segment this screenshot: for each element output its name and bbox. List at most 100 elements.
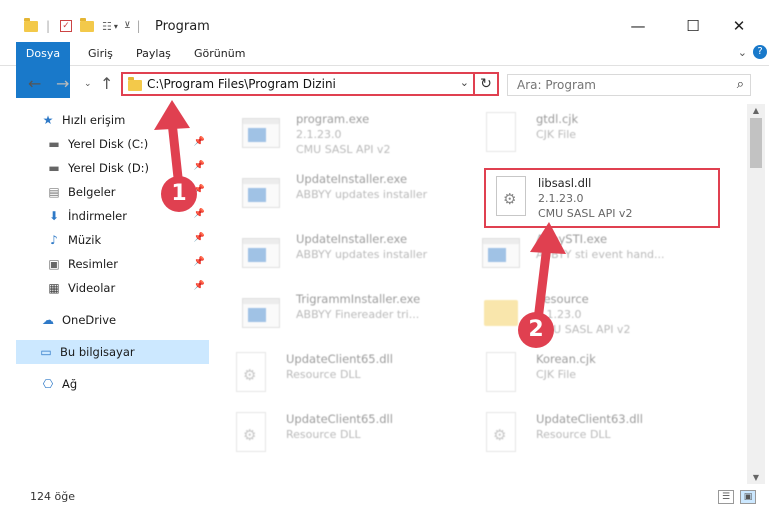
pictures-icon: ▣	[48, 257, 60, 271]
separator: |	[136, 19, 141, 33]
pin-icon[interactable]: 📌	[194, 209, 205, 219]
pin-icon[interactable]: 📌	[194, 137, 205, 147]
nav-item-quick-access[interactable]: ★ Hızlı erişim	[40, 108, 209, 132]
nav-item-this-pc[interactable]: ▭ Bu bilgisayar	[16, 340, 209, 364]
file-item[interactable]: Korean.cjk CJK File	[478, 346, 718, 402]
nav-item-label: Yerel Disk (C:)	[68, 137, 149, 151]
status-bar: 124 öğe ☰ ▣	[0, 484, 769, 521]
customize-icon[interactable]: ☷	[102, 20, 112, 33]
folder-icon	[128, 77, 142, 91]
file-item[interactable]: program.exe 2.1.23.0 CMU SASL API v2	[238, 106, 478, 162]
nav-item-label: Resimler	[68, 257, 118, 271]
file-detail: Resource DLL	[286, 428, 361, 441]
nav-item-label: Müzik	[68, 233, 102, 247]
tab-gorunum[interactable]: Görünüm	[182, 42, 257, 65]
nav-item-label: Belgeler	[68, 185, 116, 199]
nav-item-label: Bu bilgisayar	[60, 345, 135, 359]
dll-gear-icon: ⚙	[228, 350, 274, 396]
file-detail: CJK File	[536, 368, 577, 381]
file-name: gtdl.cjk	[536, 112, 579, 126]
recent-locations-icon[interactable]: ⌄	[84, 79, 92, 89]
search-input[interactable]	[508, 75, 718, 95]
exe-icon	[238, 230, 284, 276]
nav-item-label: Ağ	[62, 377, 78, 391]
file-detail: CJK File	[536, 128, 577, 141]
pin-icon[interactable]: 📌	[194, 281, 205, 291]
pin-icon[interactable]: 📌	[194, 257, 205, 267]
pin-icon[interactable]: 📌	[194, 233, 205, 243]
file-item[interactable]: UpdateInstaller.exe ABBYY updates instal…	[238, 226, 478, 282]
nav-item-music[interactable]: ♪ Müzik 📌	[46, 228, 209, 252]
up-arrow-icon[interactable]: ↑	[100, 74, 113, 93]
scroll-down-icon[interactable]: ▼	[747, 473, 765, 482]
highlight-box	[484, 168, 720, 228]
pin-icon[interactable]: 📌	[194, 161, 205, 171]
refresh-button[interactable]: ↻	[473, 72, 497, 96]
forward-arrow-icon[interactable]: →	[56, 74, 69, 93]
dll-gear-icon: ⚙	[228, 410, 274, 456]
file-item[interactable]: gtdl.cjk CJK File	[478, 106, 718, 162]
file-list: program.exe 2.1.23.0 CMU SASL API v2 gtd…	[212, 104, 747, 484]
file-name: UpdateInstaller.exe	[296, 172, 408, 186]
address-path[interactable]: C:\Program Files\Program Dizini	[147, 77, 336, 91]
address-bar[interactable]: C:\Program Files\Program Dizini ⌄ ↻	[121, 72, 499, 96]
dll-gear-icon: ⚙	[478, 410, 524, 456]
file-detail: CMU SASL API v2	[296, 143, 391, 156]
chevron-down-icon[interactable]: ▾	[114, 22, 118, 31]
file-item[interactable]: Resource 2.1.23.0 CMU SASL API v2	[478, 286, 718, 342]
maximize-button[interactable]: ☐	[670, 12, 716, 40]
chevron-down-icon[interactable]: ⌄	[460, 76, 469, 89]
large-icons-view-icon[interactable]: ▣	[740, 490, 756, 504]
drive-icon: ▬	[48, 137, 60, 151]
file-name: Korean.cjk	[536, 352, 596, 366]
scroll-thumb[interactable]	[750, 118, 762, 168]
callout-2: 2	[518, 312, 554, 348]
back-arrow-icon[interactable]: ←	[28, 74, 41, 93]
expand-ribbon-icon[interactable]: ⌄	[738, 46, 747, 59]
file-item[interactable]: ⚙ UpdateClient65.dll Resource DLL	[228, 406, 468, 462]
search-box[interactable]: ⌕	[507, 74, 751, 96]
tab-giris[interactable]: Giriş	[76, 42, 125, 65]
documents-icon: ▤	[48, 185, 60, 199]
drive-icon: ▬	[48, 161, 60, 175]
file-detail: ABBYY updates installer	[296, 188, 428, 201]
nav-item-label: İndirmeler	[68, 209, 127, 223]
file-name: UpdateClient63.dll	[536, 412, 643, 426]
properties-icon[interactable]: ✓	[60, 20, 73, 32]
file-detail: ABBYY Finereader tri...	[296, 308, 420, 321]
nav-item-videos[interactable]: ▦ Videolar 📌	[46, 276, 209, 300]
nav-item-network[interactable]: ⎔ Ağ	[40, 372, 209, 396]
file-item[interactable]: AbbySTI.exe ABBYY sti event hand...	[478, 226, 718, 282]
network-icon: ⎔	[42, 377, 54, 391]
nav-item-onedrive[interactable]: ☁ OneDrive	[40, 308, 209, 332]
exe-icon	[238, 170, 284, 216]
search-icon[interactable]: ⌕	[737, 77, 744, 92]
qa-dropdown-icon[interactable]: ⊻	[124, 21, 131, 31]
close-button[interactable]: ✕	[716, 12, 762, 40]
vertical-scrollbar[interactable]: ▲ ▼	[747, 104, 765, 484]
exe-icon	[238, 110, 284, 156]
help-icon[interactable]: ?	[753, 45, 767, 59]
folder-icon[interactable]	[24, 17, 38, 32]
file-name: TrigrammInstaller.exe	[296, 292, 421, 306]
file-item[interactable]: ⚙ UpdateClient63.dll Resource DLL	[478, 406, 718, 462]
document-icon	[478, 350, 524, 396]
file-item[interactable]: ⚙ UpdateClient65.dll Resource DLL	[228, 346, 468, 402]
tab-paylas[interactable]: Paylaş	[124, 42, 183, 65]
item-count: 124 öğe	[30, 490, 75, 503]
file-name: UpdateClient65.dll	[286, 352, 393, 366]
scroll-up-icon[interactable]: ▲	[747, 106, 765, 115]
computer-icon: ▭	[40, 345, 52, 359]
file-name: UpdateClient65.dll	[286, 412, 393, 426]
nav-item-pictures[interactable]: ▣ Resimler 📌	[46, 252, 209, 276]
address-row: ← → ⌄ ↑ C:\Program Files\Program Dizini …	[0, 66, 769, 102]
file-item[interactable]: TrigrammInstaller.exe ABBYY Finereader t…	[238, 286, 478, 342]
file-name: UpdateInstaller.exe	[296, 232, 408, 246]
new-folder-icon[interactable]	[80, 17, 95, 32]
details-view-icon[interactable]: ☰	[718, 490, 734, 504]
exe-icon	[238, 290, 284, 336]
file-item[interactable]: UpdateInstaller.exe ABBYY updates instal…	[238, 166, 478, 222]
minimize-button[interactable]: —	[615, 12, 661, 40]
quick-access-toolbar: | ✓ ☷ ▾ ⊻ |	[24, 17, 141, 35]
nav-item-local-disk-c[interactable]: ▬ Yerel Disk (C:) 📌	[46, 132, 209, 156]
